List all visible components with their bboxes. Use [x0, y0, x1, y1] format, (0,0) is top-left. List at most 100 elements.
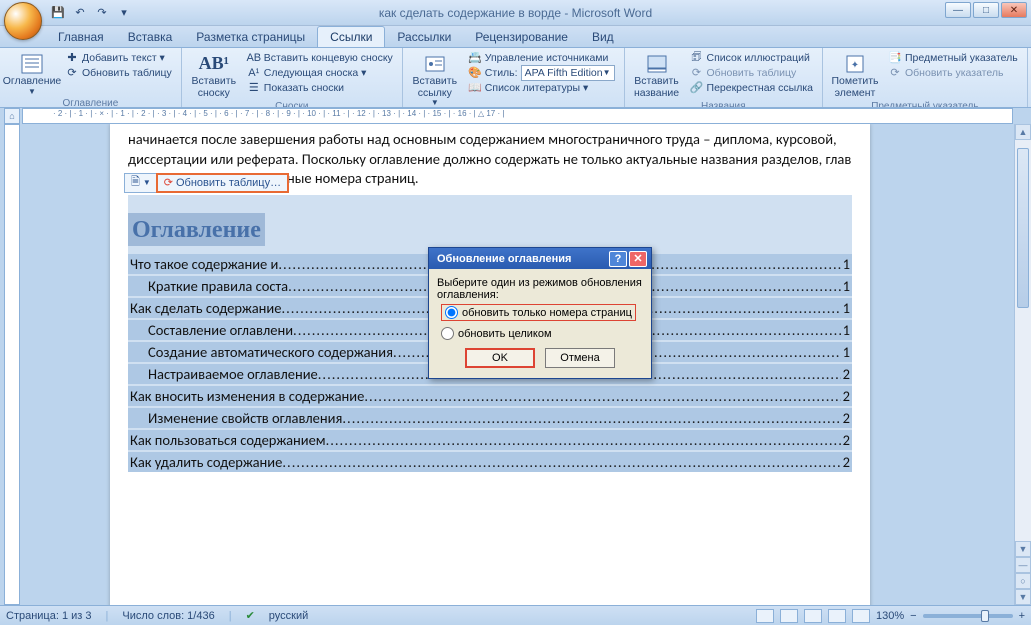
bibliography-button[interactable]: 📖Список литературы ▾ [465, 80, 618, 95]
tab-mailings[interactable]: Рассылки [385, 27, 463, 47]
radio-input-pages[interactable] [445, 306, 458, 319]
tab-references[interactable]: Ссылки [317, 26, 385, 47]
toc-field-update-button[interactable]: ⟳Обновить таблицу… [157, 174, 288, 192]
manage-sources-button[interactable]: 📇Управление источниками [465, 50, 618, 65]
dialog-body: Выберите один из режимов обновления огла… [428, 269, 652, 379]
minimize-button[interactable]: — [945, 2, 971, 18]
toc-entry-page: 2 [841, 431, 850, 449]
tab-insert[interactable]: Вставка [116, 27, 185, 47]
radio-label-pages: обновить только номера страниц [462, 307, 632, 319]
status-language[interactable]: русский [269, 610, 308, 622]
show-notes-button[interactable]: ☰Показать сноски [244, 80, 396, 95]
next-footnote-icon: A¹ [247, 66, 261, 80]
scroll-down-button[interactable]: ▼ [1015, 541, 1031, 557]
dialog-ok-button[interactable]: OK [465, 348, 535, 368]
cross-reference-button[interactable]: 🔗Перекрестная ссылка [687, 80, 816, 95]
tab-view[interactable]: Вид [580, 27, 626, 47]
qat-customize-button[interactable]: ▾ [114, 3, 134, 23]
tab-page-layout[interactable]: Разметка страницы [184, 27, 317, 47]
office-button[interactable] [4, 2, 42, 40]
table-of-figures-button[interactable]: 🗊Список иллюстраций [687, 50, 816, 65]
chevron-down-icon: ▼ [143, 178, 151, 187]
ruler-corner[interactable]: ⌂ [4, 108, 20, 124]
scroll-up-button[interactable]: ▲ [1015, 124, 1031, 140]
refresh-icon: ⟳ [65, 66, 79, 80]
undo-icon: ↶ [75, 6, 84, 19]
zoom-in-button[interactable]: + [1019, 610, 1025, 622]
insert-citation-button[interactable]: Вставить ссылку ▼ [409, 50, 461, 108]
tab-home[interactable]: Главная [46, 27, 116, 47]
close-button[interactable]: ✕ [1001, 2, 1027, 18]
next-footnote-button[interactable]: A¹Следующая сноска ▾ [244, 65, 396, 80]
mark-entry-button[interactable]: ✦ Пометить элемент [829, 50, 881, 101]
insert-index-button[interactable]: 📑Предметный указатель [885, 50, 1021, 65]
status-word-count[interactable]: Число слов: 1/436 [122, 610, 214, 622]
view-outline-button[interactable] [828, 609, 846, 623]
tab-review[interactable]: Рецензирование [463, 27, 580, 47]
next-page-button[interactable]: ▼ [1015, 589, 1031, 605]
dialog-help-button[interactable]: ? [609, 251, 627, 267]
zoom-out-button[interactable]: − [910, 610, 916, 622]
vertical-scrollbar[interactable]: ▲ ▼ — ○ ▼ [1014, 124, 1031, 605]
horizontal-ruler[interactable]: · 2 · | · 1 · | · × · | · 1 · | · 2 · | … [22, 108, 1013, 124]
toc-entry-page: 2 [841, 409, 850, 427]
ribbon-group-index: ✦ Пометить элемент 📑Предметный указатель… [823, 48, 1028, 107]
radio-update-entire[interactable]: обновить целиком [441, 327, 643, 340]
toc-entry-text: Как пользоваться содержанием [130, 431, 326, 449]
dialog-title-bar[interactable]: Обновление оглавления ? ✕ [428, 247, 652, 269]
ribbon-group-captions: Вставить название 🗊Список иллюстраций ⟳О… [625, 48, 823, 107]
vertical-ruler[interactable] [4, 124, 20, 605]
view-full-screen-button[interactable] [780, 609, 798, 623]
zoom-slider-knob[interactable] [981, 610, 989, 622]
update-toc-label: Обновить таблицу [82, 67, 172, 79]
group-label-toc: Оглавление [6, 98, 175, 108]
mark-entry-icon: ✦ [841, 52, 869, 76]
insert-footnote-label: Вставить сноску [190, 76, 238, 99]
scroll-thumb[interactable] [1017, 148, 1029, 308]
update-index-button[interactable]: ⟳Обновить указатель [885, 65, 1021, 80]
insert-footnote-button[interactable]: AB¹ Вставить сноску [188, 50, 240, 101]
add-text-button[interactable]: ✚Добавить текст ▾ [62, 50, 175, 65]
close-icon: ✕ [1010, 5, 1018, 16]
toc-entry[interactable]: Изменение свойств оглавления ...........… [128, 408, 852, 428]
update-toc-button[interactable]: ⟳Обновить таблицу [62, 65, 175, 80]
toc-entry[interactable]: Как вносить изменения в содержание .....… [128, 386, 852, 406]
save-icon: 💾 [51, 6, 65, 19]
toc-entry-text: Создание автоматического содержания [148, 343, 393, 361]
radio-update-page-numbers[interactable]: обновить только номера страниц [441, 304, 636, 321]
zoom-slider[interactable] [923, 614, 1013, 618]
qat-undo-button[interactable]: ↶ [70, 3, 90, 23]
view-print-layout-button[interactable] [756, 609, 774, 623]
toc-field-menu-button[interactable]: 🗎▼ [125, 174, 157, 192]
view-web-layout-button[interactable] [804, 609, 822, 623]
zoom-value[interactable]: 130% [876, 610, 904, 622]
view-draft-button[interactable] [852, 609, 870, 623]
toc-entry-text: Краткие правила соста [148, 277, 288, 295]
dialog-close-button[interactable]: ✕ [629, 251, 647, 267]
maximize-button[interactable]: □ [973, 2, 999, 18]
window-controls: — □ ✕ [945, 2, 1027, 18]
insert-index-label: Предметный указатель [905, 52, 1018, 64]
update-figures-button[interactable]: ⟳Обновить таблицу [687, 65, 816, 80]
dialog-cancel-button[interactable]: Отмена [545, 348, 615, 368]
status-proofing[interactable]: ✔ [246, 609, 255, 622]
insert-caption-button[interactable]: Вставить название [631, 50, 683, 101]
browse-object-button[interactable]: ○ [1015, 573, 1031, 589]
qat-redo-button[interactable]: ↷ [92, 3, 112, 23]
toc-entry[interactable]: Как удалить содержание .................… [128, 452, 852, 472]
chevron-down-icon: ▾ [121, 6, 127, 19]
toc-entry-text: Изменение свойств оглавления [148, 409, 342, 427]
toc-button[interactable]: Оглавление ▼ [6, 50, 58, 98]
show-notes-label: Показать сноски [264, 82, 344, 94]
qat-save-button[interactable]: 💾 [48, 3, 68, 23]
toc-entry-page: 2 [841, 365, 850, 383]
radio-input-entire[interactable] [441, 327, 454, 340]
table-of-figures-label: Список иллюстраций [707, 52, 810, 64]
browse-separator: — [1015, 557, 1031, 573]
toc-entry-text: Настраиваемое оглавление [148, 365, 318, 383]
insert-endnote-button[interactable]: ABВставить концевую сноску [244, 50, 396, 65]
toc-entry[interactable]: Как пользоваться содержанием ...........… [128, 430, 852, 450]
citation-style-select[interactable]: APA Fifth Edition▼ [521, 65, 615, 81]
status-page[interactable]: Страница: 1 из 3 [6, 610, 92, 622]
toc-entry-leader: ........................................… [326, 431, 841, 449]
